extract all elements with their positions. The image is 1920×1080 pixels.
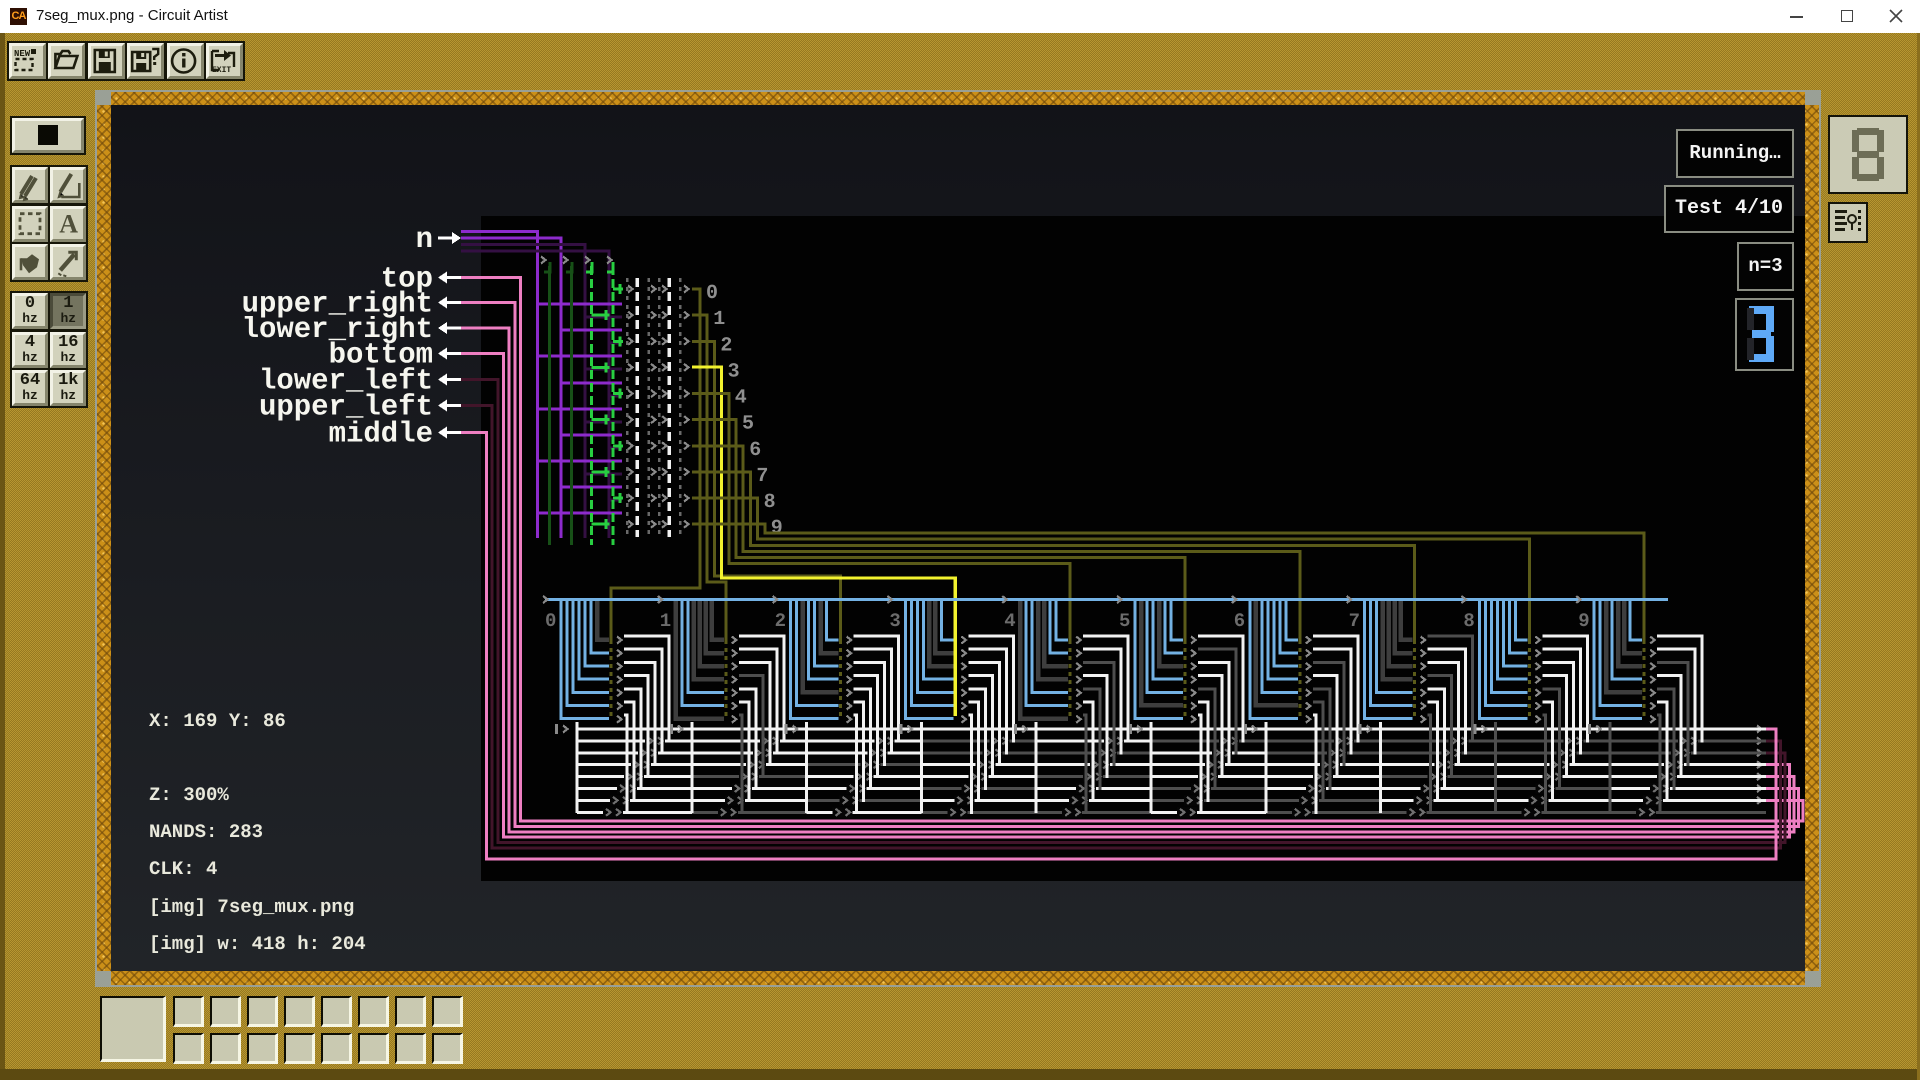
svg-text:3: 3 (728, 360, 740, 383)
svg-text:A: A (59, 210, 78, 239)
svg-text:9: 9 (771, 517, 783, 540)
svg-text:CLK: 4: CLK: 4 (149, 858, 217, 880)
svg-text:6: 6 (749, 439, 761, 462)
svg-text:2: 2 (775, 610, 786, 632)
svg-text:1: 1 (713, 308, 725, 331)
svg-text:2: 2 (720, 334, 732, 357)
svg-text:7: 7 (756, 465, 768, 488)
svg-text:0: 0 (706, 282, 718, 305)
svg-text:8: 8 (764, 491, 776, 514)
svg-text:4: 4 (735, 387, 747, 410)
svg-text:3: 3 (889, 610, 900, 632)
svg-text:[img] 7seg_mux.png: [img] 7seg_mux.png (149, 896, 354, 918)
svg-text:7: 7 (1349, 610, 1360, 632)
svg-text:Z: 300%: Z: 300% (149, 784, 229, 806)
svg-text:[img] w: 418 h: 204: [img] w: 418 h: 204 (149, 933, 366, 955)
svg-text:5: 5 (1119, 610, 1130, 632)
svg-text:EXIT: EXIT (212, 66, 231, 75)
svg-text:4: 4 (1004, 610, 1015, 632)
svg-text:1: 1 (660, 610, 671, 632)
svg-text:5: 5 (742, 413, 754, 436)
svg-text:6: 6 (1234, 610, 1245, 632)
svg-text:middle: middle (329, 418, 433, 451)
svg-text:8: 8 (1463, 610, 1474, 632)
svg-text:X: 169 Y: 86: X: 169 Y: 86 (149, 710, 286, 732)
svg-text:n: n (416, 223, 433, 256)
svg-text:9: 9 (1578, 610, 1589, 632)
svg-text:NANDS: 283: NANDS: 283 (149, 821, 263, 843)
svg-text:0: 0 (545, 610, 556, 632)
